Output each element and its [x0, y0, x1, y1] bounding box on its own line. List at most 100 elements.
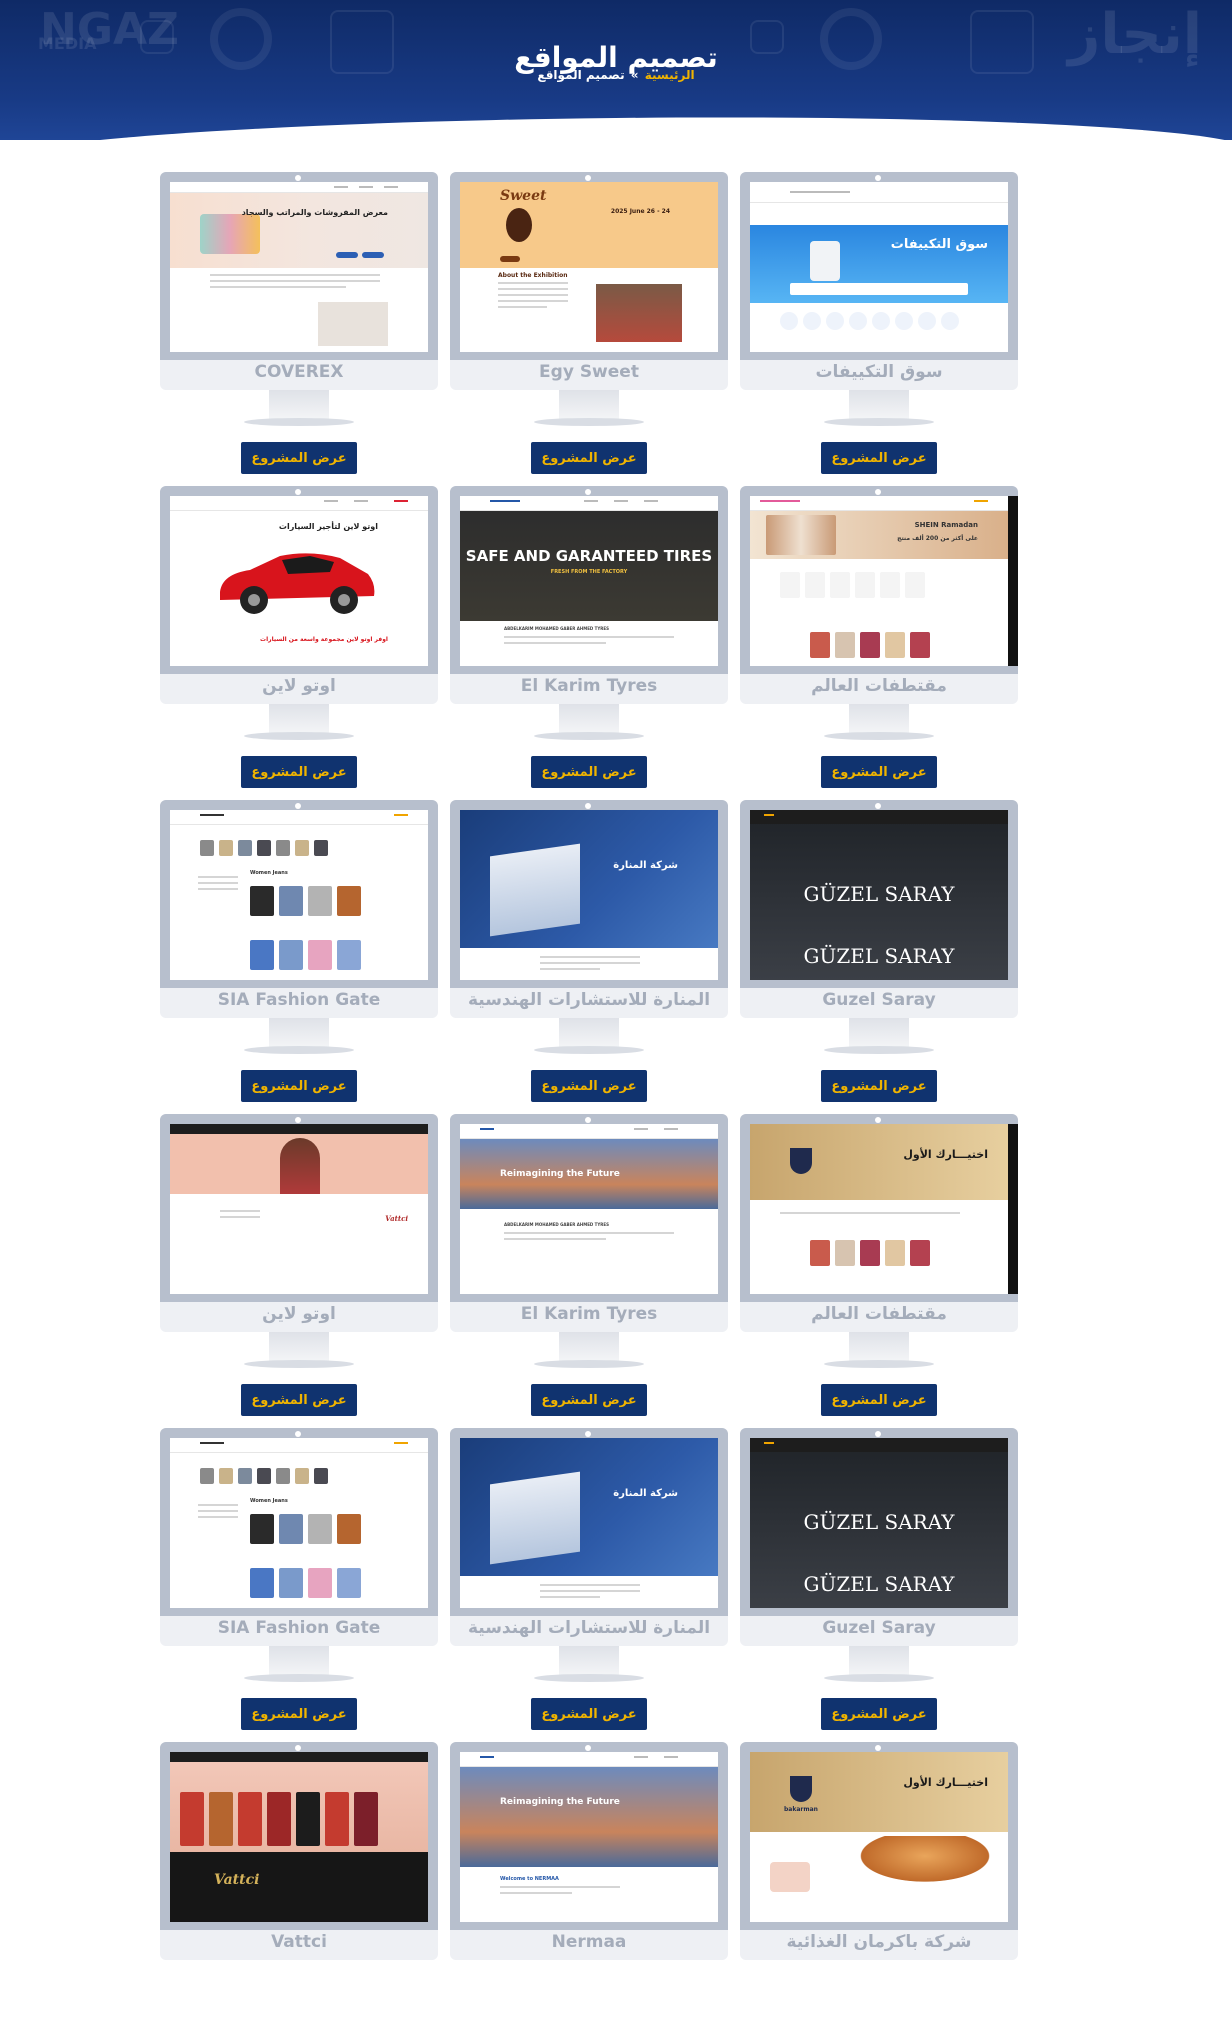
view-project-button[interactable]: عرض المشروع [821, 1698, 937, 1730]
monitor-frame: اوتو لاين لتأجير السيارات اوفر اوتو لاين… [160, 486, 438, 704]
project-screenshot[interactable]: معرض المفروشات والمراتب والسجاد [170, 182, 428, 352]
project-screenshot[interactable]: SHEIN Ramadan على أكثر من 200 ألف منتج [750, 496, 1018, 666]
camera-dot [295, 1745, 301, 1751]
view-project-button[interactable]: عرض المشروع [821, 756, 937, 788]
monitor-frame: Vattci اوتو لاين [160, 1114, 438, 1332]
monitor-frame: شركة المنارة المنارة للاستشارات الهندسية [450, 800, 728, 1018]
project-screenshot[interactable]: Reimagining the Future ABDELKARIM MOHAME… [460, 1124, 718, 1294]
camera-dot [295, 175, 301, 181]
project-screenshot[interactable]: GÜZEL SARAY GÜZEL SARAY [750, 810, 1008, 980]
screen-headline: Reimagining the Future [500, 1797, 620, 1807]
project-screenshot[interactable]: bakarman اختيـــارك الأول [750, 1752, 1008, 1922]
monitor-stand [559, 1332, 619, 1362]
project-name: Guzel Saray [822, 1618, 936, 1638]
view-project-button[interactable]: عرض المشروع [821, 1384, 937, 1416]
project-screenshot[interactable]: Vattci [170, 1124, 428, 1294]
person-image [810, 241, 840, 281]
project-card: Vattci Vattci [160, 1742, 438, 2042]
screen-sub: على أكثر من 200 ألف منتج [897, 535, 978, 542]
monitor-frame: معرض المفروشات والمراتب والسجاد COVEREX [160, 172, 438, 390]
monitor-stand [849, 1018, 909, 1048]
page-header: إنجاز NGAZ MEDIA تصميم المواقع الرئيسية … [0, 0, 1232, 140]
project-card: SAFE AND GARANTEED TIRES FRESH FROM THE … [450, 486, 728, 788]
project-screenshot[interactable]: Women Jeans [170, 810, 428, 980]
chocolate-image [506, 208, 532, 242]
project-card: Reimagining the Future Welcome to NERMAA… [450, 1742, 728, 2042]
project-card: شركة المنارة المنارة للاستشارات الهندسية… [450, 800, 728, 1102]
project-name: Nermaa [551, 1932, 627, 1952]
breadcrumb-separator: » [630, 68, 639, 82]
project-screenshot[interactable]: Sweet 2025 June 26 - 24 About the Exhibi… [460, 182, 718, 352]
view-project-button[interactable]: عرض المشروع [821, 442, 937, 474]
view-project-button[interactable]: عرض المشروع [241, 1070, 357, 1102]
screen-headline: اختيـــارك الأول [903, 1148, 988, 1161]
project-screenshot[interactable]: Women Jeans [170, 1438, 428, 1608]
project-name: Egy Sweet [539, 362, 639, 382]
monitor-frame: Women Jeans SIA Fashion Gate [160, 800, 438, 1018]
camera-dot [295, 1431, 301, 1437]
camera-dot [295, 1117, 301, 1123]
view-project-button[interactable]: عرض المشروع [241, 442, 357, 474]
screen-sub: اوفر اوتو لاين مجموعة واسعة من السيارات [260, 636, 388, 643]
project-name: المنارة للاستشارات الهندسية [467, 1618, 711, 1638]
product-image [770, 1862, 810, 1892]
camera-dot [295, 803, 301, 809]
view-project-button[interactable]: عرض المشروع [241, 756, 357, 788]
camera-dot [875, 175, 881, 181]
project-card: شركة المنارة المنارة للاستشارات الهندسية… [450, 1428, 728, 1730]
monitor-frame: Vattci Vattci [160, 1742, 438, 1960]
project-name: Guzel Saray [822, 990, 936, 1010]
view-project-button[interactable]: عرض المشروع [531, 1070, 647, 1102]
screen-brand: Vattci [385, 1214, 408, 1223]
screen-date: 2025 June 26 - 24 [610, 208, 670, 215]
monitor-stand [559, 1646, 619, 1676]
monitor-frame: Reimagining the Future ABDELKARIM MOHAME… [450, 1114, 728, 1332]
screen-headline: GÜZEL SARAY [803, 882, 955, 906]
project-card: Sweet 2025 June 26 - 24 About the Exhibi… [450, 172, 728, 474]
project-screenshot[interactable]: SAFE AND GARANTEED TIRES FRESH FROM THE … [460, 496, 718, 666]
screen-headline: GÜZEL SARAY [803, 1510, 955, 1534]
view-project-button[interactable]: عرض المشروع [821, 1070, 937, 1102]
brand-logo-icon [790, 1148, 812, 1174]
monitor-stand [269, 1332, 329, 1362]
view-project-button[interactable]: عرض المشروع [241, 1698, 357, 1730]
brand-logo-icon [790, 1776, 812, 1802]
camera-dot [585, 175, 591, 181]
view-project-button[interactable]: عرض المشروع [531, 1698, 647, 1730]
project-screenshot[interactable]: شركة المنارة [460, 1438, 718, 1608]
monitor-stand [849, 390, 909, 420]
view-project-button[interactable]: عرض المشروع [531, 1384, 647, 1416]
camera-dot [875, 1117, 881, 1123]
screen-sub: FRESH FROM THE FACTORY [550, 569, 628, 575]
view-project-button[interactable]: عرض المشروع [241, 1384, 357, 1416]
view-project-button[interactable]: عرض المشروع [531, 442, 647, 474]
project-card: SHEIN Ramadan على أكثر من 200 ألف منتج م… [740, 486, 1018, 788]
camera-dot [585, 489, 591, 495]
monitor-stand [849, 704, 909, 734]
project-screenshot[interactable]: سوق التكييفات [750, 182, 1008, 352]
camera-dot [875, 803, 881, 809]
project-card: Reimagining the Future ABDELKARIM MOHAME… [450, 1114, 728, 1416]
monitor-frame: شركة المنارة المنارة للاستشارات الهندسية [450, 1428, 728, 1646]
project-card: Women Jeans SIA Fashion Gate عرض المشروع [160, 1428, 438, 1730]
project-screenshot[interactable]: GÜZEL SARAY GÜZEL SARAY [750, 1438, 1008, 1608]
factory-image [596, 284, 682, 342]
view-project-button[interactable]: عرض المشروع [531, 756, 647, 788]
monitor-stand [269, 1646, 329, 1676]
project-screenshot[interactable]: اوتو لاين لتأجير السيارات اوفر اوتو لاين… [170, 496, 428, 666]
monitor-frame: GÜZEL SARAY GÜZEL SARAY Guzel Saray [740, 1428, 1018, 1646]
project-screenshot[interactable]: اختيـــارك الأول [750, 1124, 1018, 1294]
monitor-stand [849, 1646, 909, 1676]
project-screenshot[interactable]: Reimagining the Future Welcome to NERMAA [460, 1752, 718, 1922]
camera-dot [585, 1117, 591, 1123]
red-car-image [220, 553, 375, 614]
monitor-frame: Reimagining the Future Welcome to NERMAA… [450, 1742, 728, 1960]
project-screenshot[interactable]: شركة المنارة [460, 810, 718, 980]
camera-dot [295, 489, 301, 495]
project-screenshot[interactable]: Vattci [170, 1752, 428, 1922]
monitor-frame: GÜZEL SARAY GÜZEL SARAY Guzel Saray [740, 800, 1018, 1018]
project-card: Vattci اوتو لاين عرض المشروع [160, 1114, 438, 1416]
breadcrumb-home-link[interactable]: الرئيسية [645, 68, 695, 82]
monitor-frame: Women Jeans SIA Fashion Gate [160, 1428, 438, 1646]
screen-headline: اوتو لاين لتأجير السيارات [278, 522, 378, 531]
